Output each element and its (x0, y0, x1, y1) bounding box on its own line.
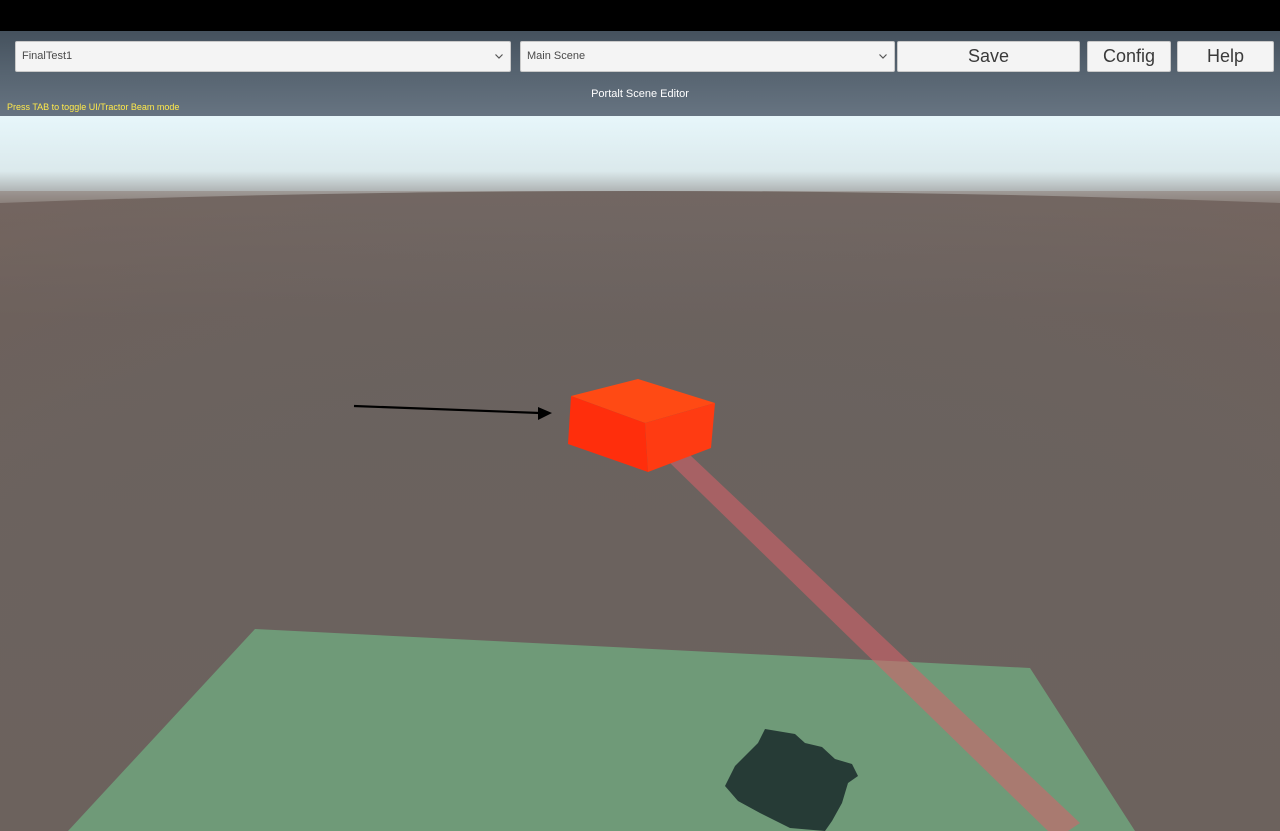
help-button[interactable]: Help (1177, 41, 1274, 72)
chevron-down-icon (878, 42, 888, 71)
project-dropdown-value: FinalTest1 (22, 50, 73, 62)
mode-hint: Press TAB to toggle UI/Tractor Beam mode (7, 102, 180, 112)
scene-dropdown[interactable]: Main Scene (520, 41, 895, 72)
scene-dropdown-value: Main Scene (527, 50, 586, 62)
editor-title: Portalt Scene Editor (591, 88, 689, 100)
config-button[interactable]: Config (1087, 41, 1171, 72)
chevron-down-icon (494, 42, 504, 71)
scene-viewport[interactable] (0, 31, 1280, 831)
viewport-canvas[interactable] (0, 31, 1280, 831)
save-button[interactable]: Save (897, 41, 1080, 72)
project-dropdown[interactable]: FinalTest1 (15, 41, 511, 72)
window-top-bar (0, 0, 1280, 31)
scene-editor-app: FinalTest1 Main Scene Save Config Help P… (0, 0, 1280, 831)
